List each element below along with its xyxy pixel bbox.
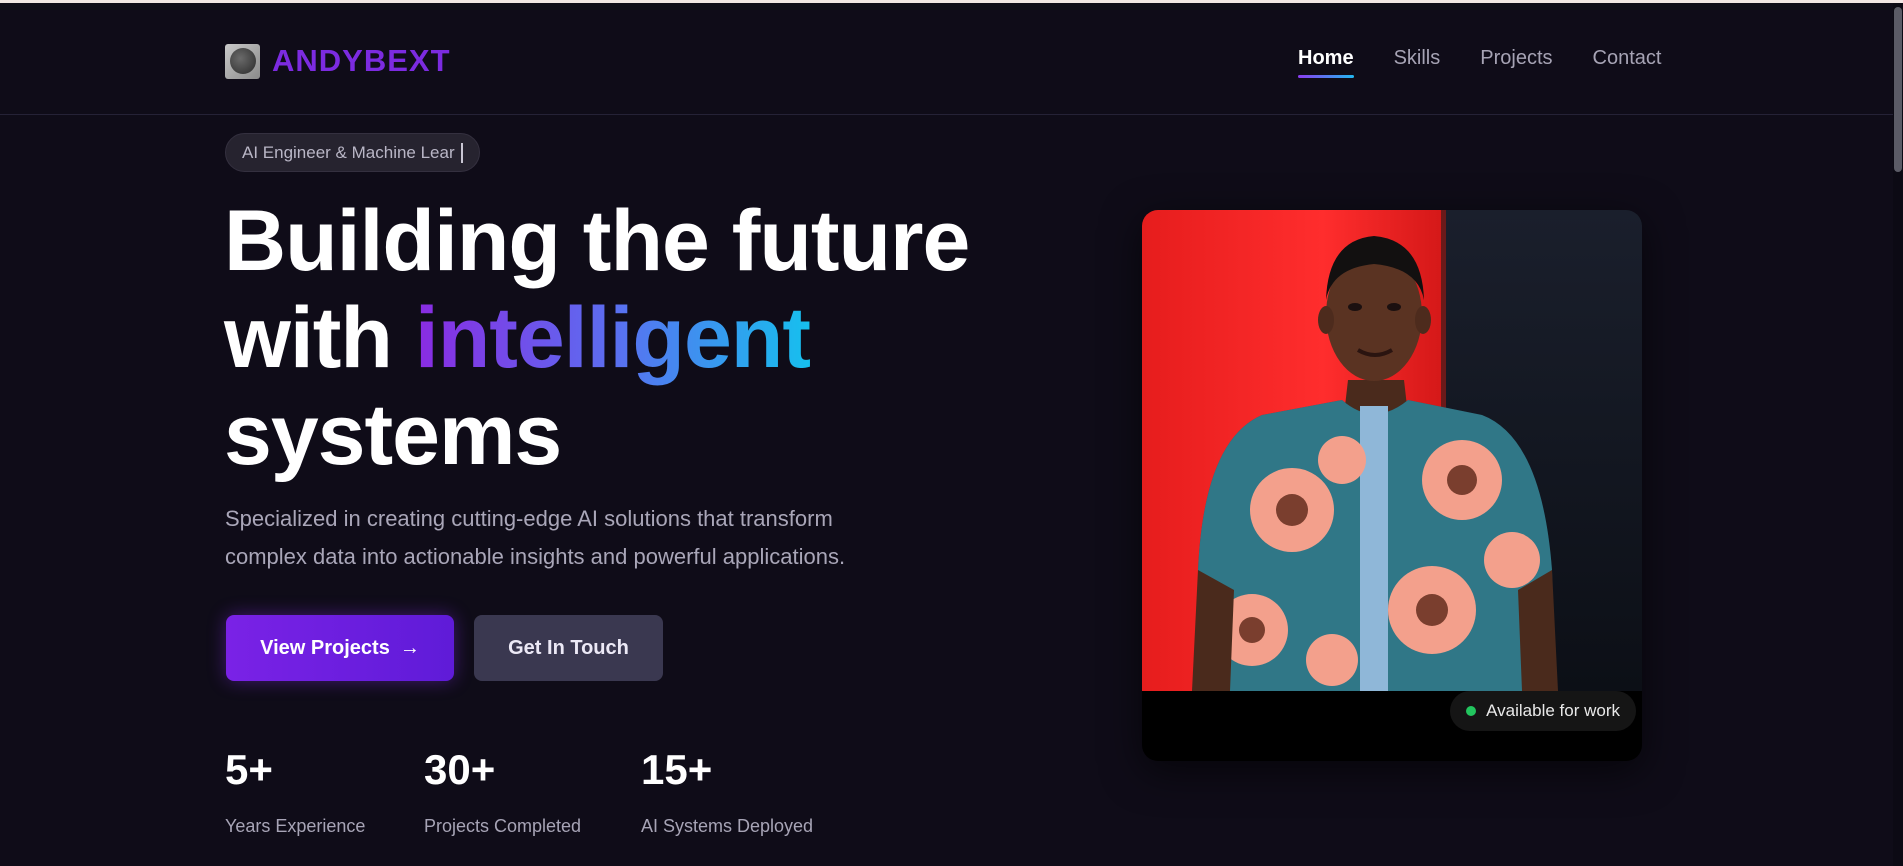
typing-cursor — [460, 142, 463, 163]
get-in-touch-button[interactable]: Get In Touch — [474, 615, 663, 681]
view-projects-button[interactable]: View Projects → — [226, 615, 454, 681]
role-tagline-text: AI Engineer & Machine Lear — [242, 142, 455, 162]
headline-line-1: Building the future — [224, 193, 970, 289]
arrow-right-icon: → — [399, 636, 420, 659]
view-projects-label: View Projects — [260, 636, 390, 659]
stat-label: Projects Completed — [424, 816, 582, 836]
stat-value: 5+ — [225, 746, 273, 793]
nav-item-home[interactable]: Home — [1298, 47, 1354, 78]
availability-badge: Available for work — [1450, 691, 1636, 731]
person-illustration — [1192, 236, 1558, 691]
status-dot-icon — [1466, 706, 1477, 716]
role-tagline-pill: AI Engineer & Machine Lear — [225, 133, 480, 172]
scrollbar-track[interactable] — [1893, 3, 1903, 866]
scrollbar-thumb[interactable] — [1894, 7, 1902, 172]
navbar: ANDYBEXT Home Skills Projects Contact — [0, 3, 1893, 115]
brand-logo[interactable]: ANDYBEXT — [225, 43, 451, 79]
logo-icon — [225, 43, 260, 79]
stat-value: 30+ — [424, 746, 496, 793]
subtitle-line-2: complex data into actionable insights an… — [225, 544, 846, 569]
nav-item-skills[interactable]: Skills — [1394, 47, 1441, 78]
headline-line-3: systems — [224, 387, 562, 483]
nav-item-projects[interactable]: Projects — [1480, 47, 1552, 78]
headline-highlight: intelligent — [414, 290, 811, 386]
headline-line-2: with — [224, 290, 415, 386]
availability-text: Available for work — [1486, 701, 1620, 720]
hero-subtitle: Specialized in creating cutting-edge AI … — [225, 500, 925, 576]
stat-label: AI Systems Deployed — [641, 816, 814, 836]
profile-photo-card: Available for work — [1142, 210, 1642, 761]
stat-label: Years Experience — [225, 816, 366, 836]
stat-ai-systems-deployed: 15+ AI Systems Deployed — [641, 745, 813, 837]
stat-value: 15+ — [641, 746, 713, 793]
hero-headline: Building the future with intelligent sys… — [224, 193, 1044, 484]
brand-name: ANDYBEXT — [272, 43, 451, 78]
nav-links: Home Skills Projects Contact — [1298, 47, 1661, 78]
subtitle-line-1: Specialized in creating cutting-edge AI … — [225, 506, 833, 531]
stat-projects-completed: 30+ Projects Completed — [424, 745, 581, 837]
stat-years-experience: 5+ Years Experience — [225, 745, 365, 837]
profile-photo — [1142, 210, 1642, 691]
nav-item-contact[interactable]: Contact — [1593, 47, 1662, 78]
